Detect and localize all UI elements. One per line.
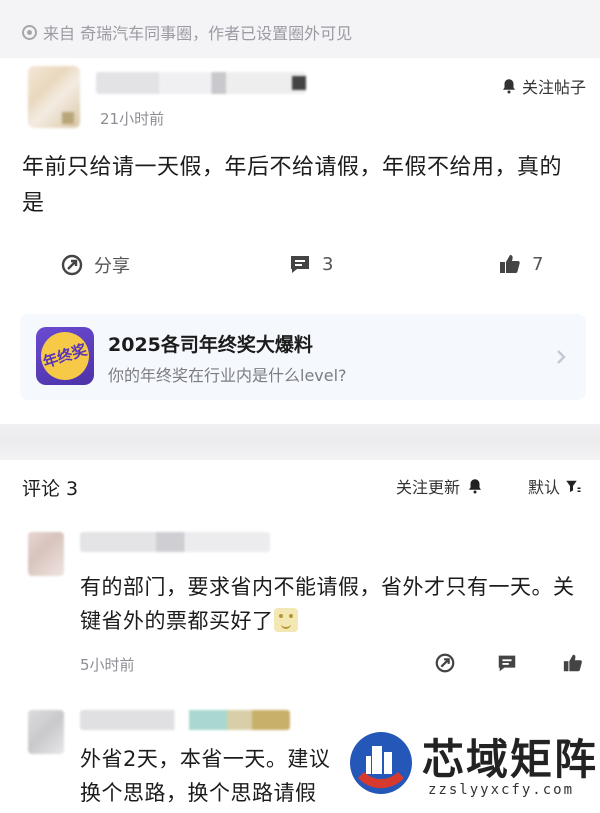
avatar[interactable] (28, 66, 80, 128)
post-actions: 分享 3 7 (0, 248, 600, 288)
comment-icon[interactable] (496, 652, 518, 674)
source-bar: 来自 奇瑞汽车同事圈，作者已设置圈外可见 (0, 0, 600, 58)
comment-author-blurred[interactable] (80, 710, 290, 730)
promo-logo: 年终奖 (36, 327, 94, 385)
follow-updates-button[interactable]: 关注更新 (396, 474, 484, 498)
post-time: 21小时前 (100, 110, 165, 128)
post-card: 21小时前 关注帖子 年前只给请一天假，年后不给请假，年假不给用，真的是 分享 … (0, 58, 600, 424)
sort-label: 默认 (528, 478, 561, 497)
watermark: 芯域矩阵 zzslyyxcfy.com (336, 712, 600, 813)
watermark-title: 芯域矩阵 (422, 735, 599, 784)
comment-icon (291, 256, 309, 273)
bell-icon (469, 479, 482, 494)
comment-count: 3 (322, 253, 334, 275)
smile-emoji-icon (273, 608, 298, 632)
comment-time: 5小时前 (80, 656, 135, 674)
follow-post-label: 关注帖子 (521, 78, 586, 97)
comment-text: 有的部门，要求省内不能请假，省外才只有一天。关键省外的票都买好了 (80, 570, 580, 638)
promo-subtitle: 你的年终奖在行业内是什么level? (108, 366, 347, 385)
comment-button[interactable]: 3 (288, 252, 333, 276)
bell-icon (502, 79, 515, 94)
promo-card[interactable]: 年终奖 2025各司年终奖大爆料 你的年终奖在行业内是什么level? (20, 314, 586, 400)
sort-select[interactable]: 默认 (528, 474, 582, 498)
comment-text-content: 有的部门，要求省内不能请假，省外才只有一天。关键省外的票都买好了 (80, 575, 575, 633)
comments-title: 评论 3 (22, 478, 79, 500)
source-text: 来自 奇瑞汽车同事圈，作者已设置圈外可见 (43, 24, 353, 43)
promo-title: 2025各司年终奖大爆料 (108, 334, 313, 356)
author-name-blurred[interactable] (96, 72, 306, 94)
watermark-url: zzslyyxcfy.com (428, 782, 575, 798)
promo-logo-text: 年终奖 (36, 327, 94, 385)
share-icon (61, 254, 83, 276)
follow-updates-label: 关注更新 (396, 478, 461, 497)
section-divider (0, 424, 600, 460)
source-line: 来自 奇瑞汽车同事圈，作者已设置圈外可见 (22, 20, 352, 44)
like-button[interactable]: 7 (498, 252, 543, 276)
comments-header: 评论 3 关注更新 默认 (0, 460, 600, 510)
comment-text: 外省2天，本省一天。建议换个思路，换个思路请假 (80, 747, 331, 805)
thumbs-up-icon[interactable] (562, 652, 584, 674)
post-body: 年前只给请一天假，年后不给请假，年假不给用，真的是 (22, 155, 563, 216)
share-label: 分享 (94, 256, 130, 277)
site-logo-icon (350, 732, 412, 794)
share-icon[interactable] (434, 652, 456, 674)
circle-dot-icon (22, 24, 37, 40)
follow-post-button[interactable]: 关注帖子 (500, 74, 586, 98)
filter-icon (566, 480, 581, 492)
like-count: 7 (532, 253, 544, 275)
comment-avatar[interactable] (28, 710, 64, 754)
share-button[interactable]: 分享 (60, 252, 130, 278)
comment-avatar[interactable] (28, 532, 64, 576)
comment-item: 有的部门，要求省内不能请假，省外才只有一天。关键省外的票都买好了 5小时前 (0, 520, 600, 688)
chevron-right-icon (557, 350, 566, 364)
comment-author-blurred[interactable] (80, 532, 270, 552)
thumbs-up-icon (500, 255, 520, 273)
